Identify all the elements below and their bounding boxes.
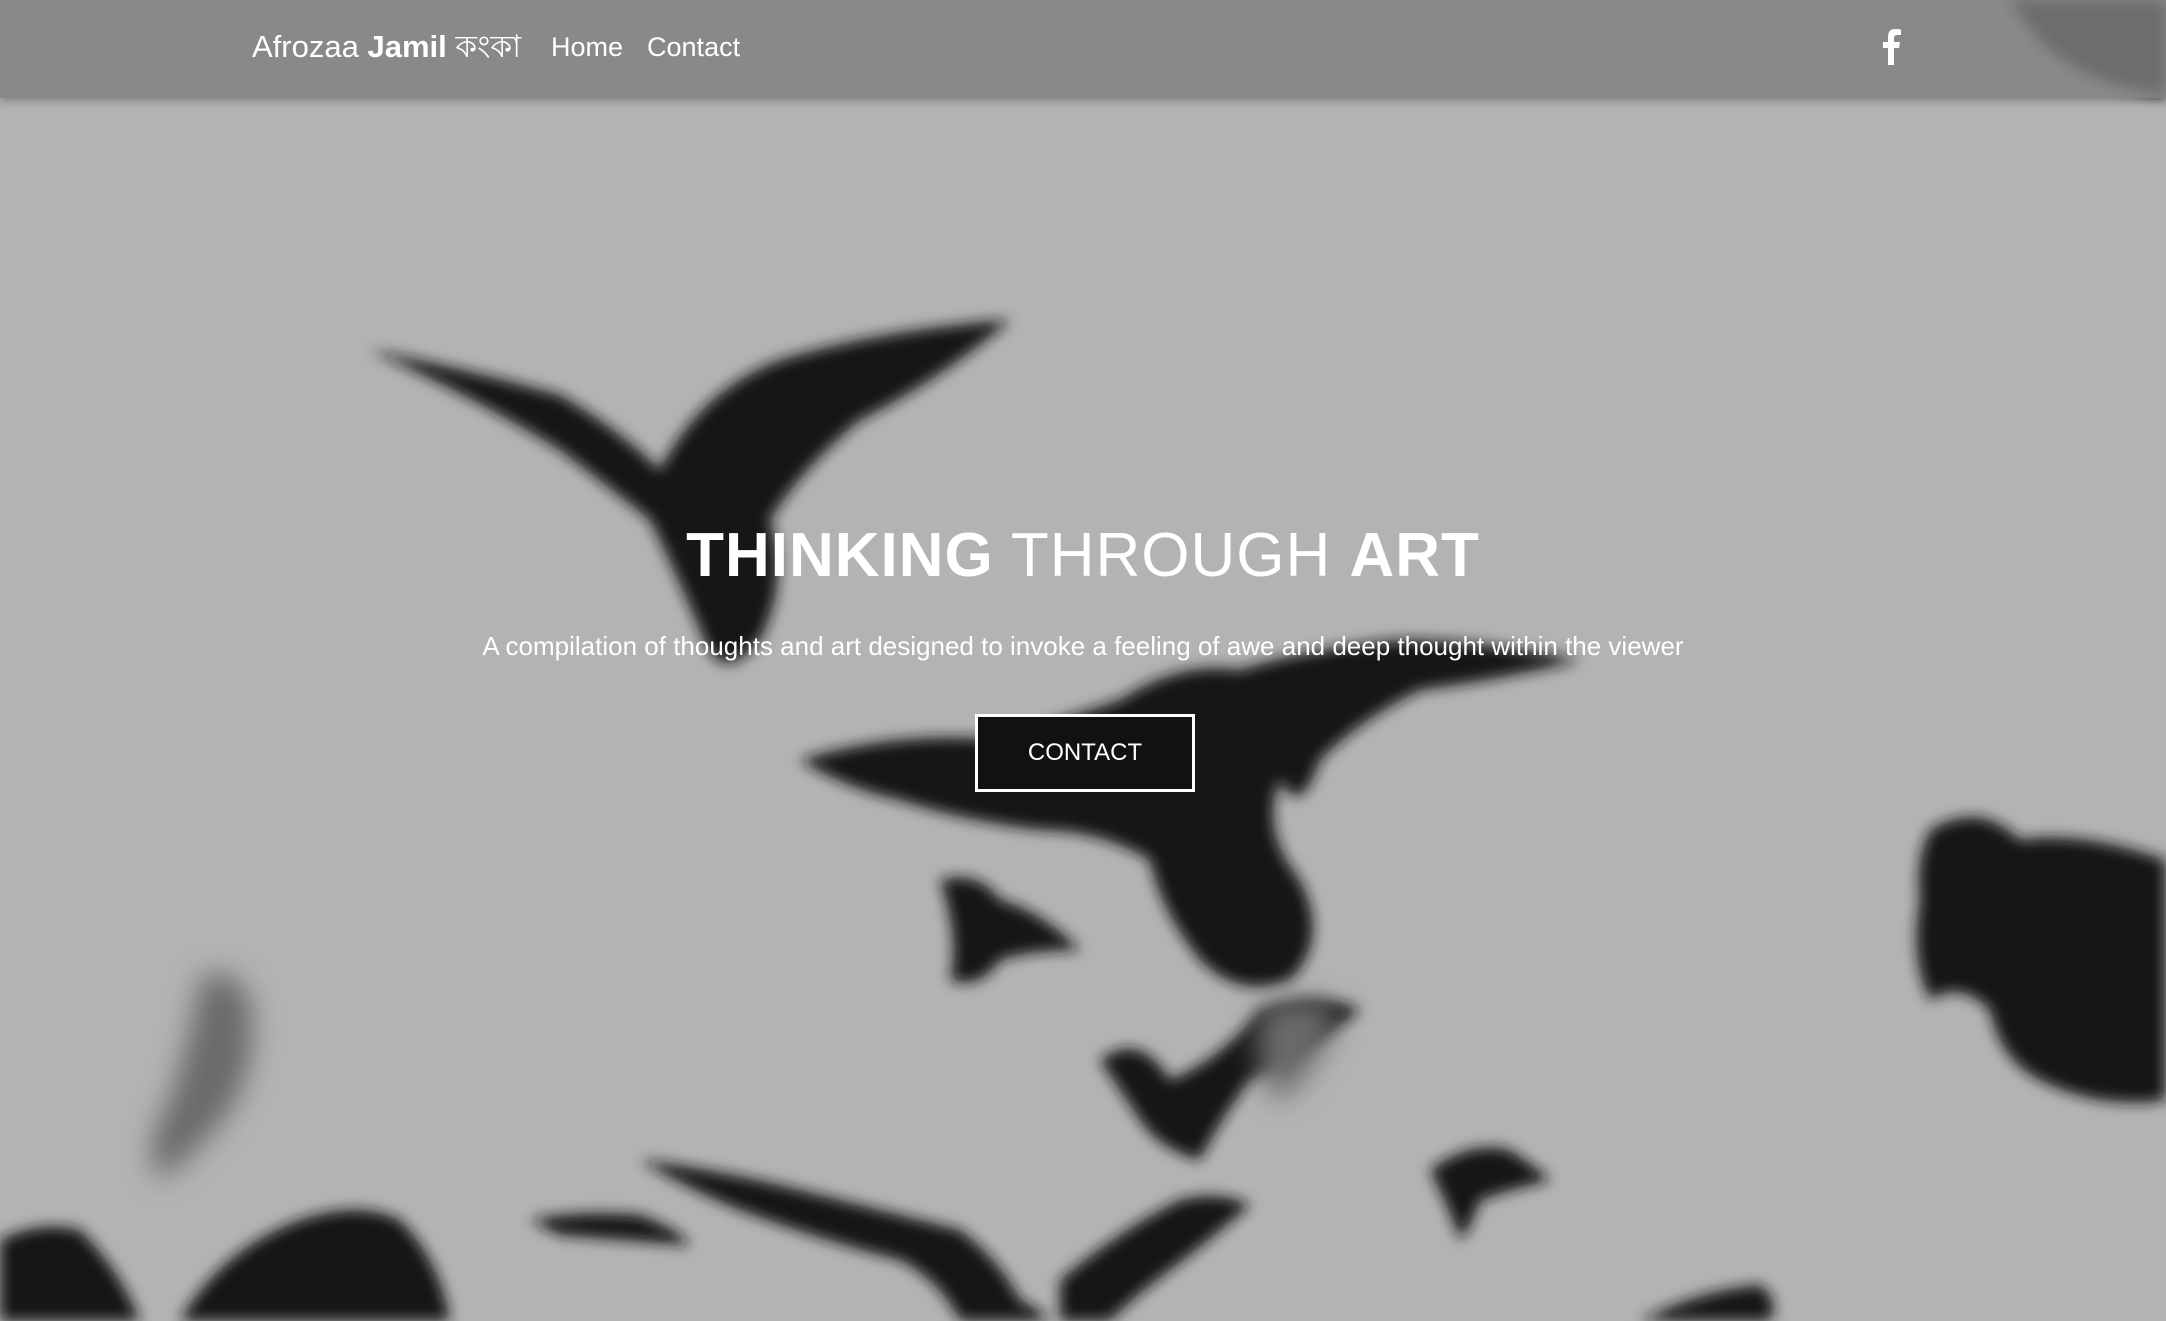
hero-title-word-2: THROUGH [1010, 521, 1332, 590]
nav-link-contact[interactable]: Contact [647, 28, 740, 66]
page: Afrozaa Jamil কংকা Home Contact THINKING… [0, 0, 2166, 1321]
hero-subtitle: A compilation of thoughts and art design… [482, 631, 1684, 661]
brand-first-name: Afrozaa [252, 29, 359, 64]
hero-title-word-1: THINKING [686, 521, 994, 590]
contact-button[interactable]: CONTACT [975, 714, 1195, 792]
hero-title: THINKING THROUGH ART [0, 520, 2166, 592]
top-navbar: Afrozaa Jamil কংকা Home Contact [0, 0, 2166, 98]
hero-title-word-3: ART [1349, 521, 1480, 590]
brand-logo[interactable]: Afrozaa Jamil কংকা [252, 26, 521, 68]
brand-last-name: Jamil [367, 29, 447, 64]
nav-link-home[interactable]: Home [551, 28, 623, 66]
nav-links: Home Contact [551, 28, 740, 66]
brand-bengali-name: কংকা [455, 29, 522, 64]
facebook-icon[interactable] [1878, 29, 1908, 65]
